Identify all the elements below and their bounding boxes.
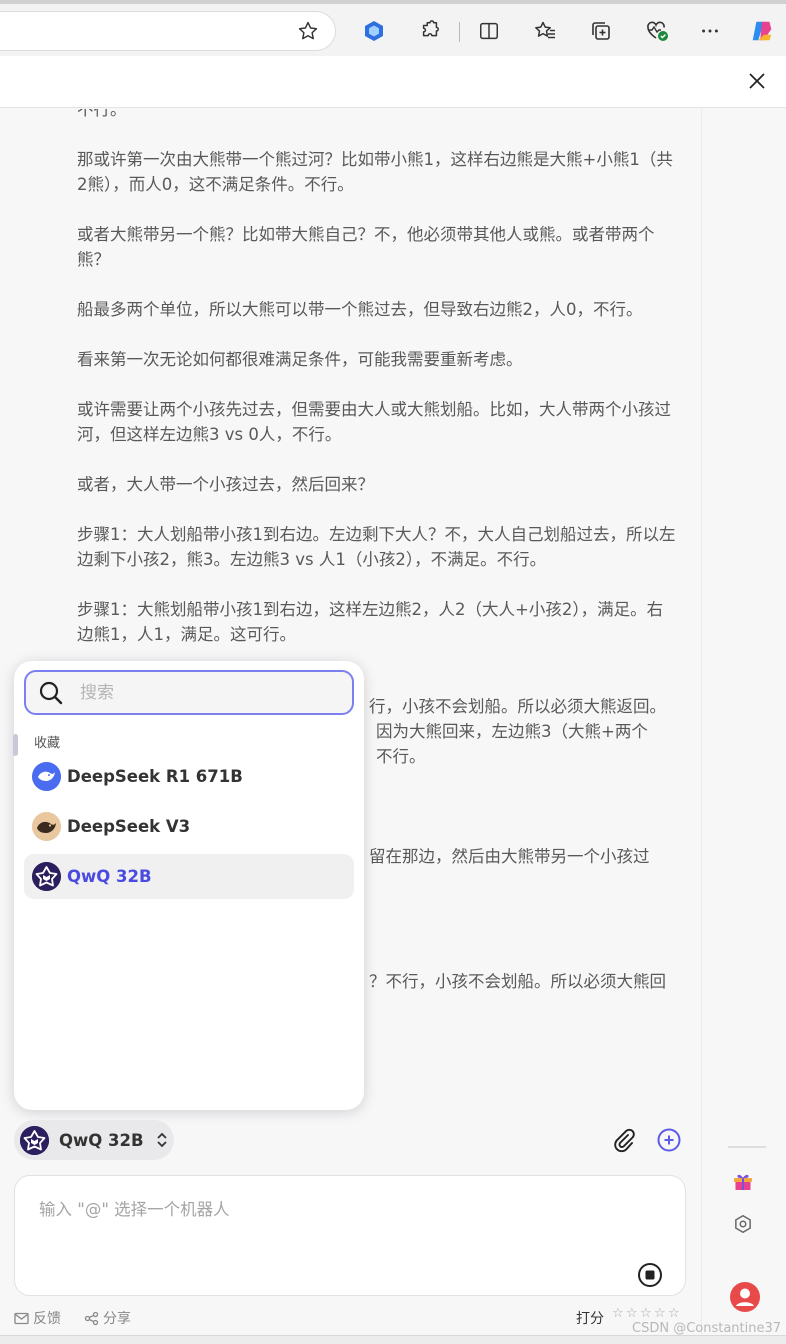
model-item-deepseek-v3[interactable]: DeepSeek V3 bbox=[24, 804, 354, 849]
watermark: CSDN @Constantine37 bbox=[632, 1321, 782, 1336]
message-fragment: 因为大熊回来，左边熊3（大熊+两个 bbox=[376, 722, 648, 741]
browser-toolbar bbox=[0, 0, 786, 56]
footer-bar: 反馈 分享 打分 ☆ ☆ ☆ ☆ ☆ bbox=[0, 1304, 701, 1332]
new-chat-icon[interactable] bbox=[655, 1126, 683, 1154]
rating-star-icon[interactable]: ☆ bbox=[640, 1307, 654, 1321]
message-paragraph: 看来第一次无论如何都很难满足条件，可能我需要重新考虑。 bbox=[77, 350, 523, 369]
share-label: 分享 bbox=[103, 1311, 131, 1327]
message-fragment: 不行。 bbox=[376, 747, 426, 766]
feedback-link[interactable]: 反馈 bbox=[14, 1308, 61, 1328]
puzzle-icon[interactable] bbox=[417, 18, 443, 44]
qwq-star-icon bbox=[20, 1125, 49, 1155]
chevron-up-down-icon bbox=[156, 1132, 167, 1148]
close-icon[interactable] bbox=[744, 68, 770, 94]
star-favorite-icon[interactable] bbox=[295, 18, 321, 44]
rail-divider bbox=[728, 1146, 766, 1148]
favorites-icon[interactable] bbox=[532, 18, 558, 44]
panel-header bbox=[0, 56, 786, 108]
share-link[interactable]: 分享 bbox=[84, 1308, 131, 1328]
current-bot-selector[interactable]: QwQ 32B bbox=[14, 1120, 174, 1160]
model-label: DeepSeek R1 671B bbox=[67, 767, 243, 786]
search-icon bbox=[39, 681, 63, 704]
right-rail bbox=[701, 109, 786, 1335]
deepseek-v3-icon bbox=[32, 812, 61, 841]
message-fragment: 行，小孩不会划船。所以必须大熊返回。 bbox=[369, 697, 666, 716]
message-paragraph: 不行。 bbox=[77, 109, 127, 119]
model-item-qwq-32b[interactable]: QwQ 32B bbox=[24, 854, 354, 899]
rate-label: 打分 bbox=[576, 1311, 604, 1327]
model-search-box bbox=[24, 670, 354, 715]
heart-check-icon[interactable] bbox=[644, 18, 670, 44]
model-item-deepseek-r1[interactable]: DeepSeek R1 671B bbox=[24, 754, 354, 799]
search-input[interactable] bbox=[80, 682, 330, 703]
more-icon[interactable] bbox=[697, 18, 723, 44]
settings-hexagon-icon[interactable] bbox=[730, 1211, 756, 1237]
split-screen-icon[interactable] bbox=[476, 18, 502, 44]
message-paragraph: 那或许第一次由大熊带一个熊过河？比如带小熊1，这样右边熊是大熊+小熊1（共2熊）… bbox=[77, 150, 673, 194]
address-bar[interactable] bbox=[0, 11, 336, 51]
qwq-star-icon bbox=[32, 862, 61, 891]
toolbar-separator bbox=[459, 22, 460, 42]
mail-icon bbox=[14, 1312, 29, 1324]
message-paragraph: 或者大熊带另一个熊？比如带大熊自己？不，他必须带其他人或熊。或者带两个熊？ bbox=[77, 225, 655, 269]
message-fragment: 留在那边，然后由大熊带另一个小孩过 bbox=[369, 847, 650, 866]
message-paragraph: 或者，大人带一个小孩过去，然后回来？ bbox=[77, 475, 374, 494]
extension-hexagon-icon[interactable] bbox=[361, 18, 387, 44]
message-paragraph: 步骤1：大人划船带小孩1到右边。左边剩下大人？不，大人自己划船过去，所以左边剩下… bbox=[77, 525, 676, 569]
current-bot-name: QwQ 32B bbox=[59, 1130, 144, 1150]
scrollbar-thumb[interactable] bbox=[13, 734, 18, 756]
window-bottom-edge bbox=[0, 1335, 786, 1344]
rating-star-icon[interactable]: ☆ bbox=[612, 1307, 626, 1321]
model-picker-popup: 收藏 DeepSeek R1 671B DeepSeek V3 QwQ 32B bbox=[13, 661, 364, 1110]
rating-stars: ☆ ☆ ☆ ☆ ☆ bbox=[612, 1307, 682, 1321]
collections-icon[interactable] bbox=[588, 18, 614, 44]
message-input[interactable] bbox=[39, 1196, 639, 1256]
user-avatar-icon[interactable] bbox=[729, 1281, 761, 1313]
rating-star-icon[interactable]: ☆ bbox=[626, 1307, 640, 1321]
assistant-message: 不行。 那或许第一次由大熊带一个熊过河？比如带小熊1，这样右边熊是大熊+小熊1（… bbox=[77, 109, 677, 672]
feedback-label: 反馈 bbox=[33, 1311, 61, 1327]
rating-star-icon[interactable]: ☆ bbox=[654, 1307, 668, 1321]
message-composer bbox=[14, 1175, 686, 1296]
gift-icon[interactable] bbox=[730, 1168, 756, 1194]
message-paragraph: 步骤1：大熊划船带小孩1到右边，这样左边熊2，人2（大人+小孩2），满足。右边熊… bbox=[77, 600, 664, 644]
rating-star-icon[interactable]: ☆ bbox=[668, 1307, 682, 1321]
share-icon bbox=[84, 1311, 99, 1325]
copilot-icon[interactable] bbox=[749, 18, 775, 44]
stop-generation-button[interactable] bbox=[637, 1262, 663, 1288]
group-label-favorites: 收藏 bbox=[34, 736, 61, 751]
message-paragraph: 或许需要让两个小孩先过去，但需要由大人或大熊划船。比如，大人带两个小孩过河，但这… bbox=[77, 400, 671, 444]
message-fragment: ？不行，小孩不会划船。所以必须大熊回 bbox=[369, 972, 666, 991]
attachment-icon[interactable] bbox=[610, 1126, 638, 1154]
message-paragraph: 船最多两个单位，所以大熊可以带一个熊过去，但导致右边熊2，人0，不行。 bbox=[77, 300, 643, 319]
model-label: DeepSeek V3 bbox=[67, 817, 191, 836]
deepseek-whale-icon bbox=[32, 762, 61, 791]
model-label: QwQ 32B bbox=[67, 867, 152, 886]
